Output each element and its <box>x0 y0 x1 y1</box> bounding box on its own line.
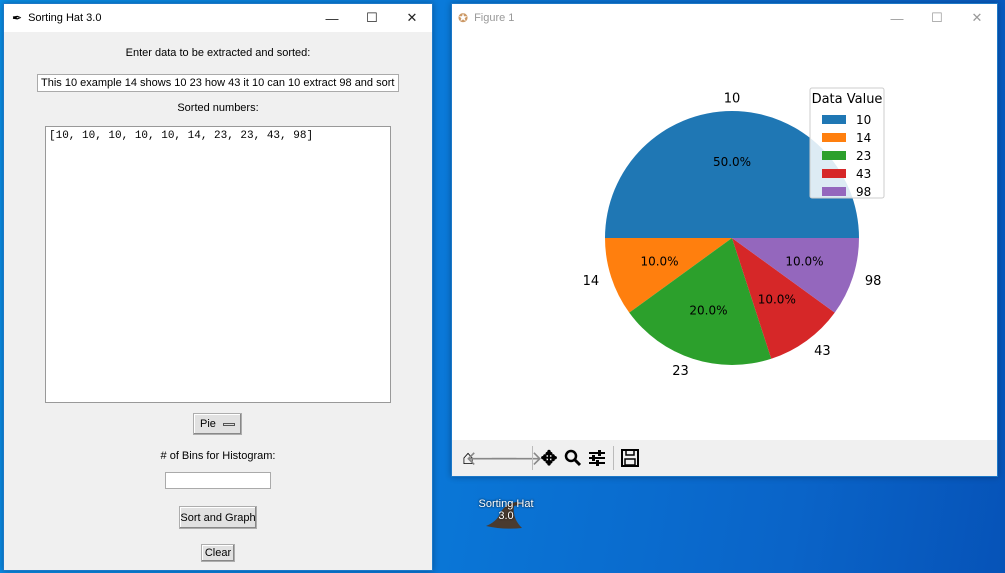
percent-label: 50.0% <box>713 155 751 169</box>
slice-label: 23 <box>672 364 689 379</box>
window-title: Figure 1 <box>474 12 515 24</box>
legend-label: 14 <box>856 131 871 145</box>
pan-icon[interactable]: ✥ <box>537 446 561 470</box>
title-bar: ✒ Sorting Hat 3.0 — ☐ ✕ <box>4 4 432 32</box>
legend-swatch <box>822 133 846 142</box>
matplotlib-icon: ✪ <box>458 11 469 25</box>
window-title: Sorting Hat 3.0 <box>28 12 102 24</box>
save-icon[interactable] <box>618 446 642 470</box>
graph-type-value: Pie <box>200 418 216 430</box>
percent-label: 10.0% <box>758 293 796 307</box>
slice-label: 14 <box>583 274 600 289</box>
slice-label: 98 <box>865 274 882 289</box>
minimize-button[interactable]: — <box>877 4 917 32</box>
percent-label: 20.0% <box>689 303 727 317</box>
sorted-output[interactable]: [10, 10, 10, 10, 10, 14, 23, 23, 43, 98] <box>45 126 391 403</box>
sort-and-graph-button[interactable]: Sort and Graph <box>179 506 257 529</box>
zoom-icon[interactable] <box>561 446 585 470</box>
configure-subplots-icon[interactable] <box>585 446 609 470</box>
bins-label: # of Bins for Histogram: <box>160 450 276 462</box>
legend-swatch <box>822 115 846 124</box>
slice-label: 10 <box>724 91 741 106</box>
maximize-button[interactable]: ☐ <box>917 4 957 32</box>
title-bar: ✪ Figure 1 — ☐ ✕ <box>452 4 997 32</box>
desktop-icon-label: Sorting Hat 3.0 <box>478 498 534 522</box>
sorting-hat-window: ✒ Sorting Hat 3.0 — ☐ ✕ Enter data to be… <box>3 3 433 571</box>
menu-indicator-icon <box>223 423 235 426</box>
minimize-button[interactable]: — <box>312 4 352 32</box>
percent-label: 10.0% <box>640 255 678 269</box>
graph-type-menu[interactable]: Pie <box>193 413 242 435</box>
figure-window: ✪ Figure 1 — ☐ ✕ 10 50.0% 14 10.0% 23 20.0% 43… <box>451 3 998 477</box>
close-button[interactable]: ✕ <box>957 4 997 32</box>
legend-swatch <box>822 187 846 196</box>
legend-label: 98 <box>856 185 871 199</box>
legend-label: 10 <box>856 113 871 127</box>
slice-label: 43 <box>814 344 831 359</box>
legend-title: Data Value <box>812 92 883 107</box>
percent-label: 10.0% <box>785 255 823 269</box>
legend-label: 23 <box>856 149 871 163</box>
clear-button[interactable]: Clear <box>201 544 235 562</box>
close-button[interactable]: ✕ <box>392 4 432 32</box>
separator <box>613 446 614 470</box>
feather-icon: ✒ <box>12 11 23 25</box>
forward-arrow-icon[interactable]: 🡒 <box>489 446 543 470</box>
bins-input[interactable] <box>165 472 271 489</box>
legend-swatch <box>822 151 846 160</box>
sorted-label: Sorted numbers: <box>177 102 259 114</box>
pie-chart: 10 50.0% 14 10.0% 23 20.0% 43 10.0% 98 10.0% Data … <box>583 87 885 379</box>
legend-label: 43 <box>856 167 871 181</box>
prompt-label: Enter data to be extracted and sorted: <box>125 47 311 59</box>
legend-swatch <box>822 169 846 178</box>
toolbar: ⌂ 🡐 🡒 ✥ <box>452 440 997 476</box>
maximize-button[interactable]: ☐ <box>352 4 392 32</box>
data-input[interactable]: This 10 example 14 shows 10 23 how 43 it… <box>37 74 399 92</box>
separator <box>532 446 533 470</box>
